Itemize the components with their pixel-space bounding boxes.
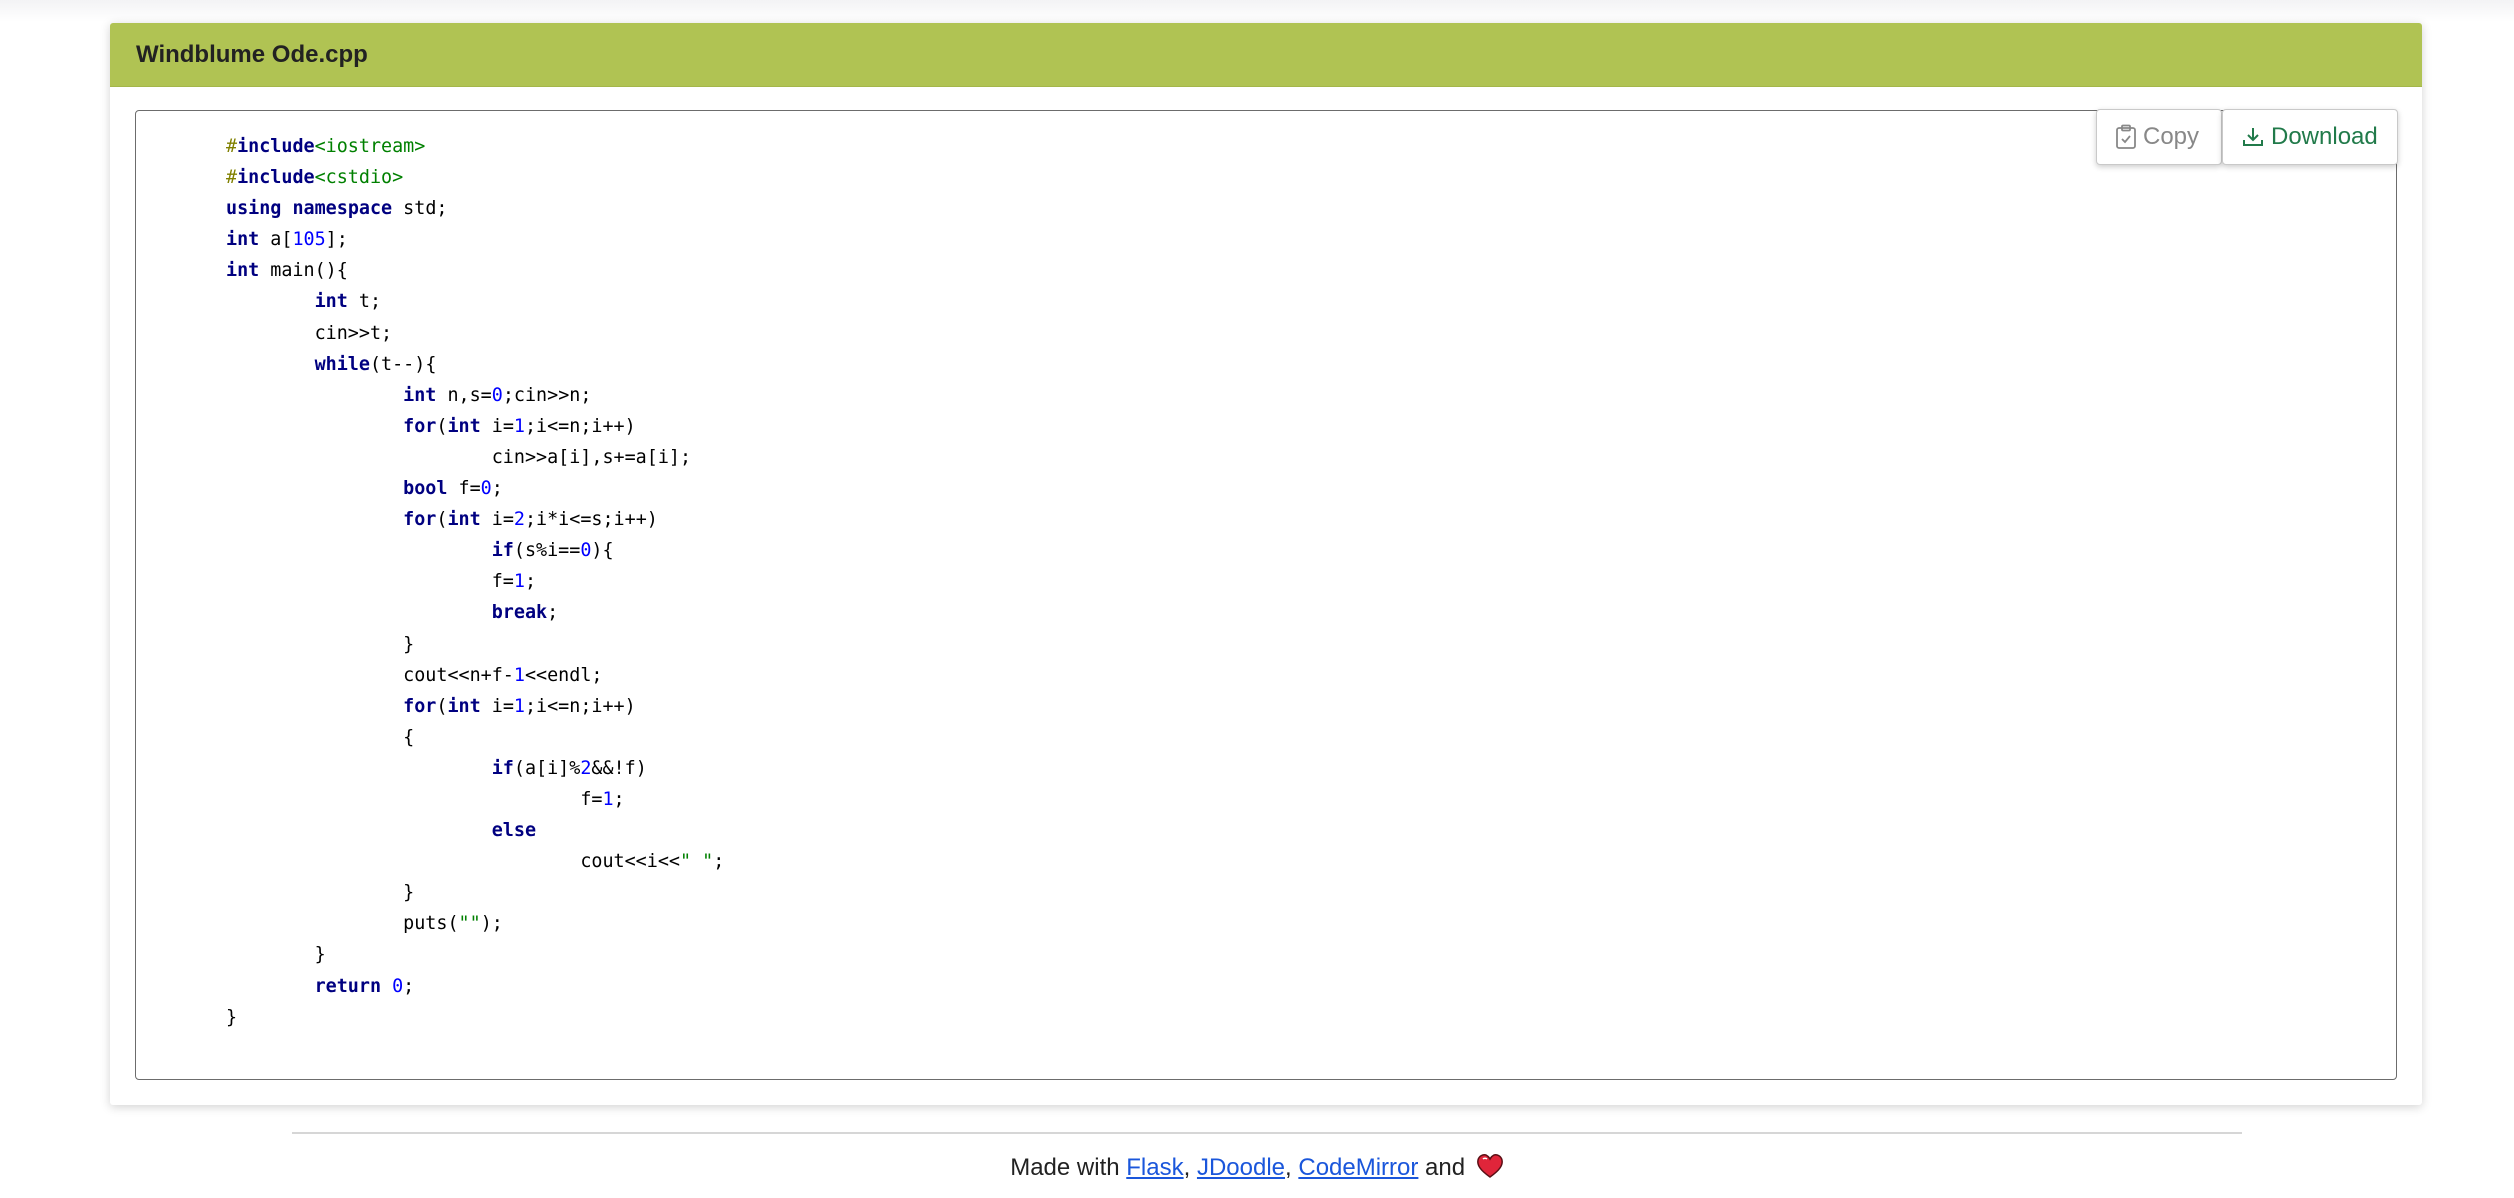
code-line: {	[403, 726, 415, 748]
code-token: bool	[403, 478, 448, 500]
code-token: 0	[480, 478, 492, 500]
code-token: " "	[679, 851, 714, 873]
card-header: Windblume Ode.cpp	[110, 23, 2422, 87]
footer: Made with Flask, JDoodle, CodeMirror and	[0, 1153, 2514, 1186]
footer-prefix: Made with	[1010, 1154, 1127, 1181]
copy-label: Copy	[2143, 123, 2200, 150]
code-token: if	[491, 540, 514, 562]
code-token: <cstdio>	[314, 167, 404, 189]
code-token: namespace	[292, 198, 393, 220]
card-title: Windblume Ode.cpp	[136, 40, 368, 68]
code-token: int	[447, 695, 481, 717]
footer-separator: ,	[1285, 1154, 1299, 1181]
code-token: int	[226, 260, 260, 282]
jdoodle-link[interactable]: JDoodle	[1197, 1154, 1285, 1181]
copy-button[interactable]: Copy	[2096, 109, 2222, 165]
code-line: }	[403, 633, 415, 655]
code-line: for(int i=1;i<=n;i++)	[403, 695, 636, 717]
code-token: for	[403, 695, 437, 717]
code-line: for(int i=2;i*i<=s;i++)	[403, 509, 658, 531]
code-token: 0	[491, 384, 503, 406]
code-line: }	[226, 1006, 238, 1028]
code-card: Windblume Ode.cpp #include<iostream> #inc…	[110, 23, 2422, 1105]
code-line: #include<iostream>	[226, 131, 724, 162]
flask-link[interactable]: Flask	[1126, 1154, 1183, 1181]
clipboard-icon	[2115, 124, 2137, 150]
code-line: cin>>t;	[314, 322, 393, 344]
top-shadow	[0, 0, 2514, 22]
code-token: for	[403, 415, 437, 437]
code-line: }	[403, 882, 415, 904]
code-line: if(a[i]%2&&!f)	[491, 757, 647, 779]
code-token: include	[237, 167, 315, 189]
code-token: 1	[513, 571, 525, 593]
footer-divider	[292, 1132, 2242, 1134]
code-line: break;	[491, 602, 559, 624]
code-token: int	[447, 415, 481, 437]
code-line: cout<<i<<" ";	[580, 851, 725, 873]
code-token: <iostream>	[314, 136, 426, 157]
code-token: 1	[602, 788, 614, 810]
code-token: 0	[580, 540, 592, 562]
code-token: #	[226, 136, 238, 157]
code-line: #include<cstdio>	[226, 162, 724, 193]
code-token: include	[237, 136, 315, 157]
download-label: Download	[2271, 123, 2378, 150]
code-line: return 0;	[314, 975, 415, 997]
code-line: bool f=0;	[403, 478, 503, 500]
code-actions: Copy Download	[2096, 109, 2398, 165]
code-token: 1	[513, 664, 525, 686]
code-line: if(s%i==0){	[491, 540, 614, 562]
code-token: 0	[392, 975, 404, 997]
code-token: if	[491, 757, 514, 779]
code-line: else	[226, 815, 724, 846]
codemirror-link[interactable]: CodeMirror	[1298, 1154, 1418, 1181]
code-token: int	[403, 384, 437, 406]
code-token: int	[447, 509, 481, 531]
code-editor[interactable]: #include<iostream> #include<cstdio> using …	[135, 110, 2397, 1080]
code-token: while	[314, 353, 370, 375]
code-line: int n,s=0;cin>>n;	[403, 384, 592, 406]
code-line: while(t--){	[314, 353, 437, 375]
code-line: int t;	[314, 291, 382, 313]
code-line: f=1;	[580, 788, 625, 810]
footer-suffix: and	[1418, 1154, 1472, 1181]
code-line: cin>>a[i],s+=a[i];	[491, 446, 692, 468]
code-token: return	[314, 975, 382, 997]
footer-separator: ,	[1183, 1154, 1197, 1181]
code-token: using	[226, 198, 282, 220]
code-line: f=1;	[491, 571, 537, 593]
code-token: ""	[458, 913, 481, 935]
code-token: 1	[513, 695, 525, 717]
code-line: }	[314, 944, 326, 966]
code-line: puts("");	[403, 913, 503, 935]
code-token: #	[226, 167, 238, 189]
code-token: break	[491, 602, 548, 624]
code-line: cout<<n+f-1<<endl;	[403, 664, 603, 686]
code-content[interactable]: #include<iostream> #include<cstdio> using …	[136, 131, 724, 1033]
code-token: for	[403, 509, 437, 531]
code-token: 2	[513, 509, 525, 531]
code-token: int	[226, 229, 260, 251]
download-icon	[2241, 125, 2265, 149]
code-line: int a[105];	[226, 229, 348, 251]
code-token: else	[491, 820, 537, 842]
code-line: for(int i=1;i<=n;i++)	[403, 415, 636, 437]
code-token: 1	[513, 415, 525, 437]
heart-icon	[1476, 1153, 1504, 1186]
code-line: using namespace std;	[226, 198, 448, 220]
download-button[interactable]: Download	[2222, 109, 2398, 165]
code-line: int main(){	[226, 260, 348, 282]
code-token: 105	[292, 229, 326, 251]
code-token: 2	[580, 757, 592, 779]
code-token: int	[314, 291, 348, 313]
